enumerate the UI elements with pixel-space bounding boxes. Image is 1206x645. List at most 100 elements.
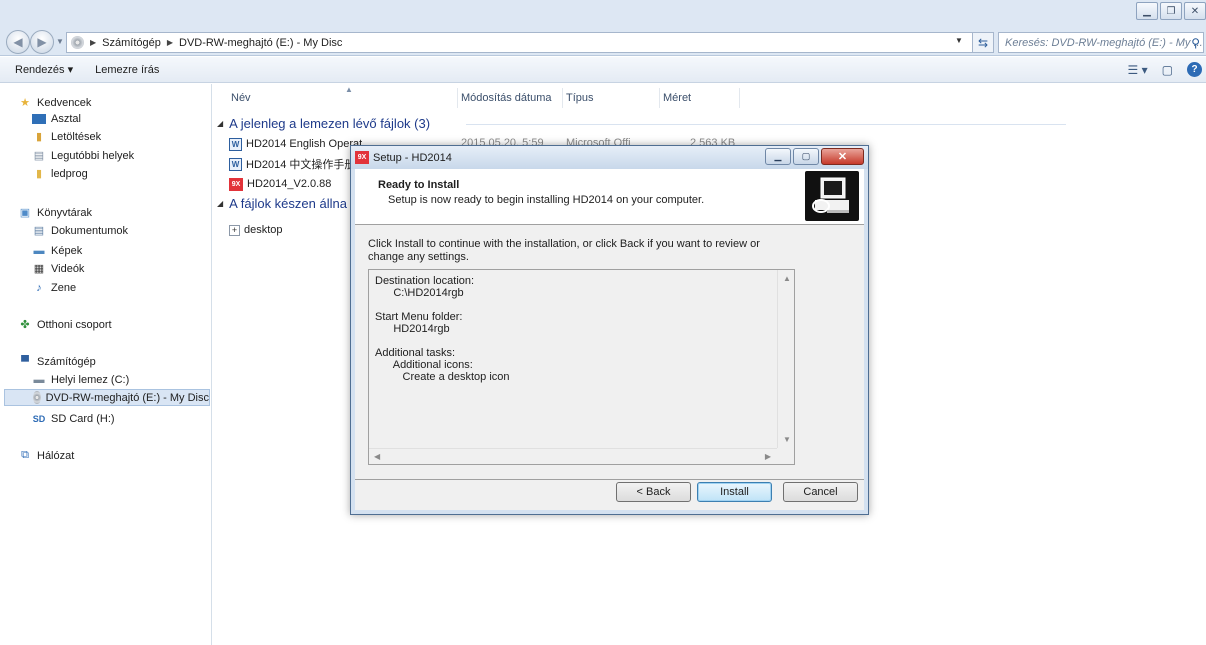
- sidebar-item-videos[interactable]: ▦ Videók: [32, 260, 85, 277]
- column-header-modified[interactable]: Módosítás dátuma: [457, 88, 563, 108]
- sidebar-item-label: ledprog: [51, 167, 88, 180]
- scroll-up-icon[interactable]: ▲: [783, 274, 791, 283]
- sidebar-item-favorites[interactable]: ★ Kedvencek: [18, 94, 91, 111]
- close-icon: ✕: [1190, 5, 1200, 17]
- sidebar-item-computer[interactable]: ▀ Számítógép: [18, 353, 96, 370]
- videos-icon: ▦: [33, 263, 45, 275]
- documents-icon: ▤: [33, 225, 45, 237]
- sidebar-item-label: DVD-RW-meghajtó (E:) - My Disc: [45, 391, 209, 404]
- group-label: A jelenleg a lemezen lévő fájlok (3): [229, 115, 431, 131]
- navigation-pane: ★ Kedvencek Asztal ▮ Letöltések ▤ Legutó…: [0, 84, 212, 645]
- scroll-right-icon[interactable]: ▶: [765, 452, 771, 461]
- column-header-type[interactable]: Típus: [562, 88, 660, 108]
- breadcrumb-separator-icon[interactable]: ▶: [167, 38, 173, 47]
- help-icon[interactable]: ?: [1187, 62, 1202, 77]
- dialog-titlebar[interactable]: 9X Setup - HD2014 ▁ ▢ ✕: [351, 146, 868, 169]
- sidebar-item-label: SD Card (H:): [51, 412, 115, 425]
- sidebar-item-desktop[interactable]: Asztal: [32, 110, 81, 127]
- file-row[interactable]: W HD2014 English Operat: [229, 135, 362, 153]
- sidebar-item-label: Helyi lemez (C:): [51, 373, 130, 386]
- sidebar-item-music[interactable]: ♪ Zene: [32, 279, 76, 296]
- disc-icon: [71, 36, 84, 49]
- column-header-name[interactable]: Név ▲: [227, 85, 458, 108]
- sidebar-item-label: Letöltések: [51, 130, 102, 143]
- file-row[interactable]: + desktop: [229, 221, 283, 239]
- close-button[interactable]: ✕: [1184, 2, 1206, 20]
- collapse-icon: ◢: [217, 118, 224, 128]
- restore-button[interactable]: ❐: [1160, 2, 1182, 20]
- sidebar-item-label: Képek: [51, 244, 83, 257]
- group-header-ready-to-burn[interactable]: ◢ A fájlok készen állna: [217, 194, 347, 212]
- setup-app-icon: 9X: [355, 151, 369, 164]
- file-name: HD2014 中文操作手册: [246, 159, 356, 171]
- forward-button[interactable]: ▶: [30, 30, 54, 54]
- sidebar-item-ledprog[interactable]: ▮ ledprog: [32, 165, 88, 182]
- view-options-icon[interactable]: ☰ ▾: [1128, 63, 1148, 77]
- group-header-on-disc[interactable]: ◢ A jelenleg a lemezen lévő fájlok (3): [217, 114, 430, 132]
- sidebar-item-homegroup[interactable]: ✤ Otthoni csoport: [18, 316, 111, 333]
- sidebar-item-label: Kedvencek: [37, 96, 92, 109]
- breadcrumb-dvd-drive[interactable]: DVD-RW-meghajtó (E:) - My Disc: [179, 37, 342, 49]
- sidebar-item-network[interactable]: ⧉ Hálózat: [18, 447, 74, 464]
- column-label: Méret: [663, 92, 692, 104]
- star-icon: ★: [20, 97, 30, 109]
- back-button[interactable]: < Back: [616, 482, 691, 502]
- cancel-button[interactable]: Cancel: [783, 482, 858, 502]
- column-header-size[interactable]: Méret: [659, 88, 740, 108]
- close-icon: ✕: [837, 151, 848, 163]
- music-icon: ♪: [36, 281, 42, 294]
- breadcrumb-computer[interactable]: Számítógép: [102, 37, 161, 49]
- expand-plus-icon[interactable]: +: [229, 224, 240, 236]
- scroll-down-icon[interactable]: ▼: [783, 435, 791, 444]
- install-summary-box[interactable]: Destination location: C:\HD2014rgb Start…: [368, 269, 795, 465]
- dialog-body: Ready to Install Setup is now ready to b…: [355, 169, 864, 510]
- sidebar-item-local-disk[interactable]: ▬ Helyi lemez (C:): [32, 371, 130, 388]
- preview-pane-icon[interactable]: ▢: [1162, 63, 1173, 77]
- organize-button[interactable]: Rendezés ▾: [15, 63, 73, 76]
- address-bar[interactable]: ▶ Számítógép ▶ DVD-RW-meghajtó (E:) - My…: [66, 32, 974, 53]
- sidebar-item-libraries[interactable]: ▣ Könyvtárak: [18, 204, 92, 221]
- sidebar-item-dvd-drive[interactable]: DVD-RW-meghajtó (E:) - My Disc: [4, 389, 210, 406]
- minimize-icon: ▁: [1143, 5, 1151, 17]
- hard-drive-icon: ▬: [33, 373, 45, 386]
- sidebar-item-documents[interactable]: ▤ Dokumentumok: [32, 222, 128, 239]
- back-button[interactable]: ◀: [6, 30, 30, 54]
- sidebar-item-downloads[interactable]: ▮ Letöltések: [32, 128, 101, 145]
- column-label: Módosítás dátuma: [461, 92, 552, 104]
- install-button[interactable]: Install: [697, 482, 772, 502]
- network-icon: ⧉: [21, 449, 29, 461]
- dialog-close-button[interactable]: ✕: [821, 148, 864, 165]
- sidebar-item-pictures[interactable]: ▬ Képek: [32, 242, 83, 259]
- sort-ascending-icon: ▲: [345, 85, 353, 94]
- burn-to-disc-button[interactable]: Lemezre írás: [95, 64, 159, 76]
- search-input[interactable]: Keresés: DVD-RW-meghajtó (E:) - My ... ⚲: [998, 32, 1204, 53]
- refresh-icon: ⇆: [977, 35, 989, 50]
- history-dropdown-icon[interactable]: ▼: [56, 37, 64, 46]
- wizard-header-subtitle: Setup is now ready to begin installing H…: [388, 194, 705, 206]
- refresh-button[interactable]: ⇆: [972, 32, 994, 53]
- horizontal-scrollbar[interactable]: ◀ ▶: [369, 448, 777, 464]
- desktop-icon: [32, 113, 46, 124]
- word-document-icon: W: [229, 157, 242, 171]
- file-row[interactable]: W HD2014 中文操作手册: [229, 155, 355, 173]
- vertical-scrollbar[interactable]: ▲ ▼: [777, 270, 794, 448]
- breadcrumb-separator-icon[interactable]: ▶: [90, 38, 96, 47]
- search-placeholder: Keresés: DVD-RW-meghajtó (E:) - My ...: [1005, 36, 1203, 49]
- scroll-left-icon[interactable]: ◀: [374, 452, 380, 461]
- sidebar-item-recent[interactable]: ▤ Legutóbbi helyek: [32, 147, 134, 164]
- maximize-icon: ▢: [801, 151, 811, 161]
- search-icon[interactable]: ⚲: [1191, 36, 1200, 50]
- dialog-maximize-button[interactable]: ▢: [793, 148, 819, 165]
- column-label: Név: [231, 92, 251, 104]
- minimize-button[interactable]: ▁: [1136, 2, 1158, 20]
- restore-icon: ❐: [1166, 5, 1176, 17]
- dialog-title: Setup - HD2014: [373, 151, 452, 164]
- folder-icon: ▮: [35, 168, 43, 180]
- address-dropdown-icon[interactable]: ▼: [955, 36, 963, 45]
- computer-icon: ▀: [21, 355, 29, 368]
- sidebar-item-label: Zene: [51, 281, 77, 294]
- wizard-header-title: Ready to Install: [378, 179, 460, 191]
- dialog-minimize-button[interactable]: ▁: [765, 148, 791, 165]
- file-row[interactable]: 9X HD2014_V2.0.88: [229, 175, 331, 193]
- sidebar-item-sd-card[interactable]: SD SD Card (H:): [32, 410, 115, 427]
